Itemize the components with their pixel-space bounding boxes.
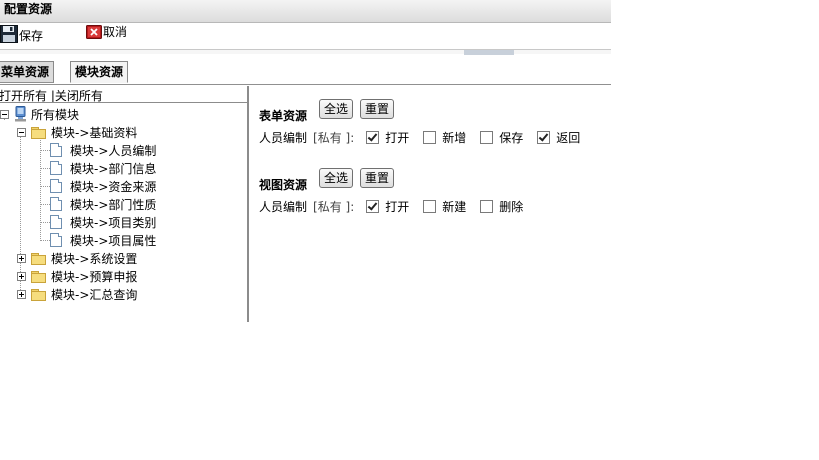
form-return-label: 返回 [556,130,581,145]
save-label: 保存 [19,29,44,43]
tree-root[interactable]: 所有模块 [0,105,79,123]
expand-toggle-icon[interactable] [17,289,26,299]
resource-name: 人员编制 [259,130,308,145]
page-icon [50,143,62,157]
tree-item-label: 模块->部门性质 [70,197,157,212]
tree-connector [40,204,50,205]
tree-item-project-category[interactable]: 模块->项目类别 [50,213,156,231]
tree-item-label: 模块->资金来源 [70,179,157,194]
tab-menu-resources[interactable]: 菜单资源 [0,61,55,83]
title-bar: 配置资源 [0,0,611,23]
floppy-disk-icon [0,25,18,43]
module-tree-pane: 打开所有 |关闭所有 所有模块 模块->基础资料 模块->人员编制 模块->部门… [0,86,249,322]
resource-detail-pane: 表单资源 全选 重置 人员编制 [私有 ]: 打开 新增 保存 返回 视图资源 … [249,86,611,322]
form-reset-button[interactable]: 重置 [360,99,395,119]
form-add-checkbox[interactable] [423,130,437,144]
tree-group-budget-application[interactable]: 模块->预算申报 [17,267,137,285]
form-select-all-button[interactable]: 全选 [319,99,354,119]
view-delete-label: 删除 [499,199,524,214]
save-button[interactable]: 保存 [0,25,43,43]
tree-item-label: 模块->项目类别 [70,215,157,230]
config-resource-panel: 配置资源 保存 取消 菜单资源 模块资源 打开所有 |关闭所有 所有模块 模块-… [0,0,611,322]
folder-open-icon [31,126,46,139]
folder-icon [31,252,46,265]
cancel-label: 取消 [103,25,128,39]
tree-divider [0,102,247,103]
folder-icon [31,270,46,283]
form-open-label: 打开 [385,130,410,145]
tree-group-label: 模块->基础资料 [51,125,138,140]
tree-item-funding-source[interactable]: 模块->资金来源 [50,177,156,195]
owner-label: [私有 ]: [313,130,355,145]
tree-group-basic-data[interactable]: 模块->基础资料 [17,123,137,141]
cancel-button[interactable]: 取消 [86,25,127,39]
tree-item-label: 模块->人员编制 [70,143,157,158]
form-save-label: 保存 [499,130,524,145]
tree-item-label: 模块->部门信息 [70,161,157,176]
resource-name: 人员编制 [259,199,308,214]
tree-connector [40,186,50,187]
tab-module-resources[interactable]: 模块资源 [70,61,129,83]
view-open-label: 打开 [385,199,410,214]
window-title: 配置资源 [4,2,53,16]
form-add-label: 新增 [442,130,467,145]
tree-item-label: 模块->项目属性 [70,233,157,248]
tree-root-label: 所有模块 [31,107,80,122]
view-new-label: 新建 [442,199,467,214]
tree-item-staffing[interactable]: 模块->人员编制 [50,141,156,159]
tree-item-project-attribute[interactable]: 模块->项目属性 [50,231,156,249]
expand-toggle-icon[interactable] [17,253,26,263]
tree-item-department-nature[interactable]: 模块->部门性质 [50,195,156,213]
view-reset-button[interactable]: 重置 [360,168,395,188]
tree-connector [40,140,41,241]
tree-connector [40,168,50,169]
view-new-checkbox[interactable] [423,199,437,213]
close-all-link[interactable]: 关闭所有 [55,89,103,103]
tree-connector [40,150,50,151]
page-icon [50,197,62,211]
form-save-checkbox[interactable] [480,130,494,144]
page-icon [50,233,62,247]
view-delete-checkbox[interactable] [480,199,494,213]
tree-group-label: 模块->汇总查询 [51,287,138,302]
view-open-checkbox[interactable] [366,199,380,213]
page-icon [50,179,62,193]
view-resources-heading: 视图资源 [259,178,308,192]
collapse-toggle-icon[interactable] [0,109,9,119]
tree-group-summary-query[interactable]: 模块->汇总查询 [17,285,137,303]
tree-connector [40,240,50,241]
expand-toggle-icon[interactable] [17,271,26,281]
page-icon [50,215,62,229]
owner-label: [私有 ]: [313,199,355,214]
view-select-all-button[interactable]: 全选 [319,168,354,188]
form-open-checkbox[interactable] [366,130,380,144]
tree-group-system-settings[interactable]: 模块->系统设置 [17,249,137,267]
cancel-icon [86,25,102,39]
tree-item-department-info[interactable]: 模块->部门信息 [50,159,156,177]
folder-icon [31,288,46,301]
tree-group-label: 模块->预算申报 [51,269,138,284]
view-permission-row: 人员编制 [私有 ]: 打开 新建 删除 [259,198,531,214]
tab-bar: 菜单资源 模块资源 [0,55,611,85]
form-permission-row: 人员编制 [私有 ]: 打开 新增 保存 返回 [259,129,588,145]
open-all-link[interactable]: 打开所有 [0,89,47,103]
form-return-checkbox[interactable] [537,130,551,144]
page-icon [50,161,62,175]
toolbar: 保存 取消 [0,23,611,50]
tree-group-label: 模块->系统设置 [51,251,138,266]
form-resources-heading: 表单资源 [259,109,308,123]
collapse-toggle-icon[interactable] [17,127,26,137]
tree-connector [40,222,50,223]
toolbar-divider [0,49,611,54]
computer-icon [15,106,26,122]
